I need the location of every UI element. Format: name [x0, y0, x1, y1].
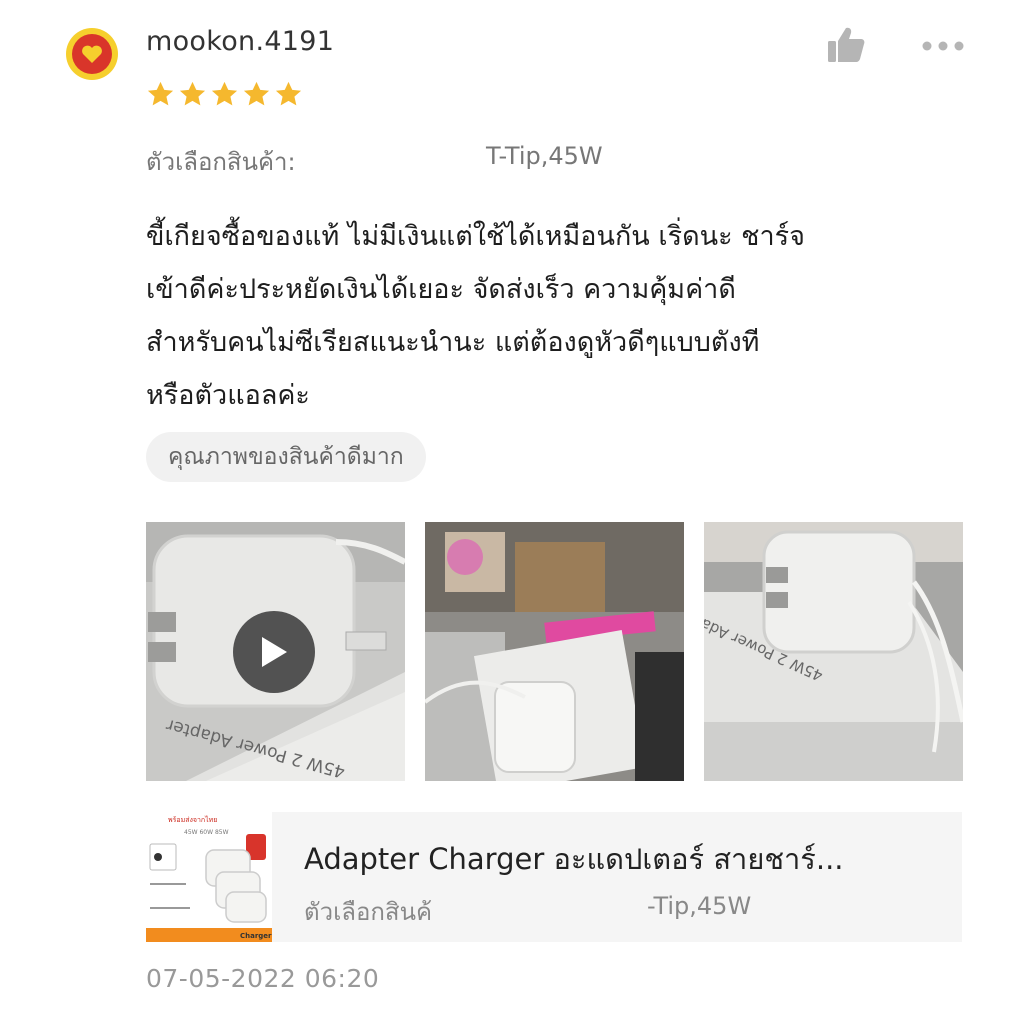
product-title[interactable]: Adapter Charger อะแดปเตอร์ สายชาร์...	[304, 836, 944, 882]
product-thumbnail[interactable]: พร้อมส่งจากไทย 45W 60W 85W Charger	[146, 812, 272, 942]
star-icon	[243, 81, 270, 106]
thumb-watts-text: 45W 60W 85W	[184, 829, 229, 836]
review-text: ขี้เกียจซื้อของแท้ ไม่มีเงินแต่ใช้ได้เหม…	[146, 210, 976, 422]
photo-adapter-box[interactable]: 45W 2 Power Adapter	[704, 522, 963, 781]
review-line: หรือตัวแอลค่ะ	[146, 380, 310, 411]
quality-tag: คุณภาพของสินค้าดีมาก	[146, 432, 426, 482]
review-timestamp: 07-05-2022 06:20	[146, 964, 380, 993]
thumb-footer-text: Charger	[240, 932, 272, 940]
star-icon	[211, 81, 238, 106]
avatar-heart-logo	[72, 34, 112, 74]
rating-stars	[146, 80, 303, 109]
username[interactable]: mookon.4191	[146, 26, 334, 57]
star-icon	[275, 81, 302, 106]
star-icon	[179, 81, 206, 106]
review-line: สำหรับคนไม่ซีเรียสแนะนำนะ แต่ต้องดูหัวดี…	[146, 327, 760, 358]
play-icon[interactable]	[233, 611, 315, 693]
product-variant-label: ตัวเลือกสินค้	[304, 898, 433, 926]
variant-value: T-Tip,45W	[486, 142, 603, 170]
thumbs-up-icon[interactable]	[826, 26, 866, 64]
review-line: เข้าดีค่ะประหยัดเงินได้เยอะ จัดส่งเร็ว ค…	[146, 274, 736, 305]
variant-label: ตัวเลือกสินค้า:	[146, 148, 296, 176]
product-variant-value: -Tip,45W	[647, 892, 752, 920]
review-line: ขี้เกียจซื้อของแท้ ไม่มีเงินแต่ใช้ได้เหม…	[146, 221, 805, 252]
star-icon	[147, 81, 174, 106]
more-dots-icon[interactable]	[920, 38, 966, 52]
photo-adapter-desk[interactable]	[425, 522, 684, 781]
avatar[interactable]	[66, 28, 118, 80]
thumb-header-text: พร้อมส่งจากไทย	[168, 815, 217, 824]
